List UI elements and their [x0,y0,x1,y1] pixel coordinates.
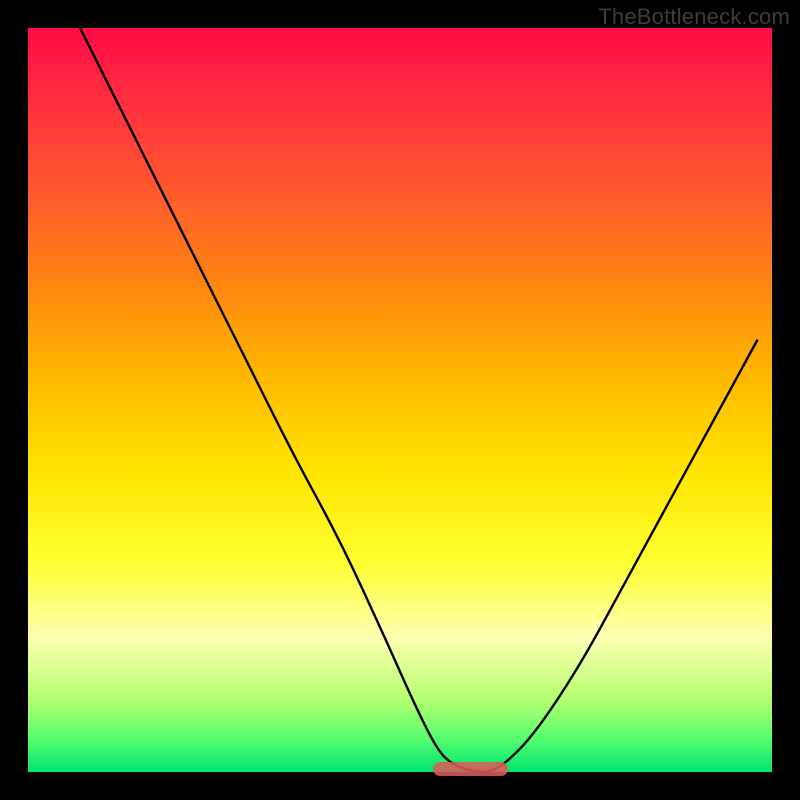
watermark-text: TheBottleneck.com [598,4,790,30]
bottleneck-curve [28,28,772,772]
plot-area [28,28,772,772]
optimal-range-marker [433,762,508,776]
chart-frame: TheBottleneck.com [0,0,800,800]
